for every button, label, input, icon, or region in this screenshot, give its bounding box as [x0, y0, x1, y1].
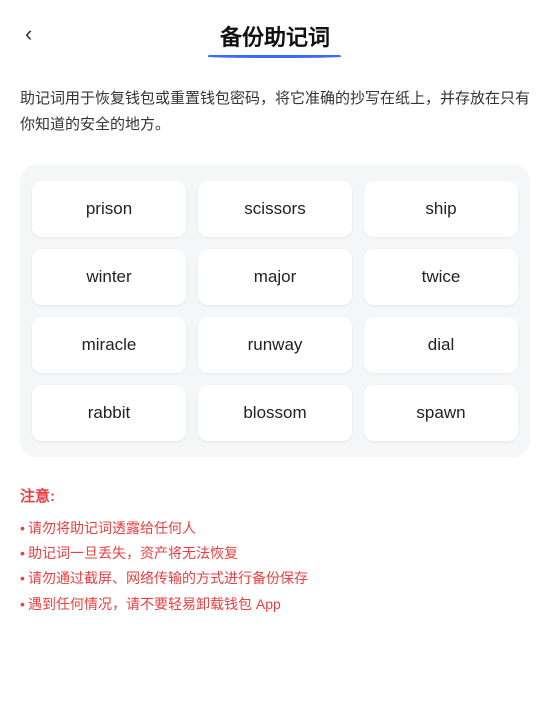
mnemonic-word: runway: [198, 317, 352, 373]
notes-section: 注意: 请勿将助记词透露给任何人助记词一旦丢失，资产将无法恢复请勿通过截屏、网络…: [0, 475, 550, 647]
mnemonic-word: scissors: [198, 181, 352, 237]
notes-title: 注意:: [20, 485, 530, 506]
notes-list-item: 请勿将助记词透露给任何人: [20, 516, 530, 541]
description-text: 助记词用于恢复钱包或重置钱包密码，将它准确的抄写在纸上，并存放在只有你知道的安全…: [0, 68, 550, 147]
notes-list: 请勿将助记词透露给任何人助记词一旦丢失，资产将无法恢复请勿通过截屏、网络传输的方…: [20, 516, 530, 617]
mnemonic-word: ship: [364, 181, 518, 237]
back-button[interactable]: ‹: [20, 16, 37, 52]
mnemonic-word: rabbit: [32, 385, 186, 441]
mnemonic-word: dial: [364, 317, 518, 373]
notes-list-item: 助记词一旦丢失，资产将无法恢复: [20, 541, 530, 566]
notes-list-item: 请勿通过截屏、网络传输的方式进行备份保存: [20, 566, 530, 591]
notes-list-item: 遇到任何情况，请不要轻易卸载钱包 App: [20, 592, 530, 617]
header: ‹ 备份助记词: [0, 0, 550, 68]
title-underline-decoration: [208, 55, 341, 58]
mnemonic-word: blossom: [198, 385, 352, 441]
mnemonic-word: prison: [32, 181, 186, 237]
mnemonic-word: winter: [32, 249, 186, 305]
mnemonic-word: miracle: [32, 317, 186, 373]
mnemonic-grid-container: prisonscissorsship wintermajortwice miracl…: [20, 165, 530, 457]
mnemonic-word: twice: [364, 249, 518, 305]
mnemonic-word: spawn: [364, 385, 518, 441]
title-wrapper: 备份助记词: [220, 20, 330, 58]
page-title: 备份助记词: [220, 20, 330, 52]
mnemonic-word: major: [198, 249, 352, 305]
mnemonic-grid: prisonscissorsship wintermajortwice miracl…: [32, 181, 518, 441]
